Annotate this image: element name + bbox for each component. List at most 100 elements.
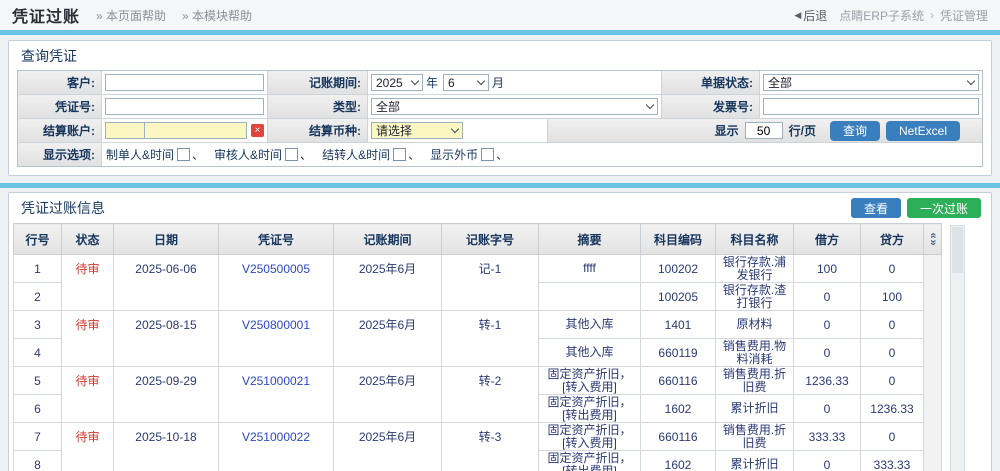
cell-credit: 1236.33 <box>861 395 924 423</box>
chevron-down-double-icon: » <box>929 236 936 249</box>
cell-status: 待审 <box>62 423 114 471</box>
year-unit-label: 年 <box>426 74 438 91</box>
rows-per-page-input[interactable] <box>745 122 783 139</box>
display-label: 显示 <box>715 122 739 139</box>
breadcrumb-separator: › <box>930 8 934 22</box>
breadcrumb-system[interactable]: 点睛ERP子系统 <box>839 7 924 24</box>
chevron-down-icon <box>451 125 459 133</box>
cell-account-name: 原材料 <box>716 311 794 339</box>
page-help-link[interactable]: » 本页面帮助 <box>96 7 166 24</box>
doc-status-cell: 全部 <box>760 71 982 94</box>
option-creator-label: 制单人&时间 <box>106 146 174 163</box>
display-options-cell: 制单人&时间、 审核人&时间、 结转人&时间、 显示外币、 <box>102 143 982 166</box>
query-panel: 查询凭证 客户: 记账期间: 2025 年 6 月 单据状态: 全部 凭证号: <box>8 40 992 176</box>
table-row: 7 待审 2025-10-18 V251000022 2025年6月 转-3 固… <box>14 423 942 451</box>
cell-status: 待审 <box>62 367 114 423</box>
cell-credit: 0 <box>861 255 924 283</box>
month-select[interactable]: 6 <box>443 74 489 91</box>
header-summary: 摘要 <box>539 224 641 255</box>
table-header-row: 行号 状态 日期 凭证号 记账期间 记账字号 摘要 科目编码 科目名称 借方 贷… <box>14 224 942 255</box>
chevron-down-icon <box>411 77 419 85</box>
settle-account-code-input[interactable] <box>105 122 145 139</box>
header-status: 状态 <box>62 224 114 255</box>
posting-panel-header: 凭证过账信息 查看 一次过账 <box>9 193 991 222</box>
creator-checkbox[interactable] <box>177 148 190 161</box>
year-select-value: 2025 <box>376 76 403 90</box>
option-auditor: 审核人&时间、 <box>214 146 312 163</box>
vertical-scrollbar[interactable] <box>950 225 965 471</box>
view-button[interactable]: 查看 <box>851 198 901 218</box>
table-row: 3 待审 2025-08-15 V250800001 2025年6月 转-1 其… <box>14 311 942 339</box>
voucher-link[interactable]: V250800001 <box>242 318 310 332</box>
voucher-no-input[interactable] <box>105 98 264 115</box>
posting-panel-title: 凭证过账信息 <box>21 198 105 218</box>
cell-account-code: 1401 <box>641 311 716 339</box>
form-row-1: 客户: 记账期间: 2025 年 6 月 单据状态: 全部 <box>18 71 982 95</box>
option-transfer: 结转人&时间、 <box>322 146 420 163</box>
page-title: 凭证过账 <box>12 3 80 27</box>
voucher-no-cell <box>102 95 268 118</box>
collapse-toggle[interactable]: «» <box>924 224 942 255</box>
voucher-link[interactable]: V250500005 <box>242 262 310 276</box>
query-button[interactable]: 查询 <box>830 121 880 141</box>
cell-summary: 其他入库 <box>539 311 641 339</box>
cell-account-name: 累计折旧 <box>716 451 794 471</box>
cell-account-code: 1602 <box>641 395 716 423</box>
cell-line-no: 8 <box>14 451 62 471</box>
cell-period: 2025年6月 <box>334 423 442 471</box>
cell-account-name: 银行存款.浦发银行 <box>716 255 794 283</box>
header-date: 日期 <box>114 224 219 255</box>
cell-account-code: 100205 <box>641 283 716 311</box>
clear-icon[interactable]: × <box>251 124 264 137</box>
back-button[interactable]: ◀后退 <box>794 7 827 24</box>
customer-input[interactable] <box>105 74 264 91</box>
cell-account-name: 银行存款.渣打银行 <box>716 283 794 311</box>
netexcel-button[interactable]: NetExcel <box>886 121 960 141</box>
invoice-no-input[interactable] <box>763 98 979 115</box>
customer-label: 客户: <box>18 71 102 94</box>
cell-debit: 333.33 <box>794 423 861 451</box>
transfer-checkbox[interactable] <box>393 148 406 161</box>
cell-status: 待审 <box>62 255 114 311</box>
cell-line-no: 1 <box>14 255 62 283</box>
cell-period: 2025年6月 <box>334 255 442 311</box>
cell-voucher-no: V250500005 <box>219 255 334 311</box>
type-select-value: 全部 <box>376 98 400 115</box>
option-creator: 制单人&时间、 <box>106 146 204 163</box>
cell-summary <box>539 283 641 311</box>
header-account-code: 科目编码 <box>641 224 716 255</box>
cell-account-name: 销售费用.折旧费 <box>716 367 794 395</box>
cell-credit: 0 <box>861 311 924 339</box>
cell-debit: 0 <box>794 451 861 471</box>
cell-date: 2025-08-15 <box>114 311 219 367</box>
voucher-link[interactable]: V251000021 <box>242 374 310 388</box>
year-select[interactable]: 2025 <box>371 74 423 91</box>
table-scrollbar[interactable] <box>924 255 942 471</box>
page-size-cell: 显示 行/页 查询 NetExcel <box>548 119 982 142</box>
type-select[interactable]: 全部 <box>371 98 658 115</box>
doc-status-select[interactable]: 全部 <box>763 74 979 91</box>
cell-debit: 1236.33 <box>794 367 861 395</box>
settle-account-name-input[interactable] <box>144 122 247 139</box>
post-all-button[interactable]: 一次过账 <box>907 198 981 218</box>
module-help-link[interactable]: » 本模块帮助 <box>182 7 252 24</box>
voucher-link[interactable]: V251000022 <box>242 430 310 444</box>
cell-debit: 0 <box>794 395 861 423</box>
back-label: 后退 <box>803 7 827 24</box>
posting-panel-buttons: 查看 一次过账 <box>851 198 981 218</box>
customer-cell <box>102 71 268 94</box>
scrollbar-thumb[interactable] <box>952 227 963 273</box>
back-icon: ◀ <box>794 10 801 21</box>
period-label: 记账期间: <box>268 71 368 94</box>
cell-debit: 0 <box>794 339 861 367</box>
invoice-no-cell <box>760 95 982 118</box>
auditor-checkbox[interactable] <box>285 148 298 161</box>
cell-credit: 0 <box>861 339 924 367</box>
settle-account-label: 结算账户: <box>18 119 102 142</box>
rows-unit-label: 行/页 <box>789 122 816 139</box>
settle-currency-select[interactable]: 请选择 <box>371 122 463 139</box>
query-form: 客户: 记账期间: 2025 年 6 月 单据状态: 全部 凭证号: 类型: <box>17 70 983 167</box>
cell-account-code: 1602 <box>641 451 716 471</box>
foreign-currency-checkbox[interactable] <box>481 148 494 161</box>
cell-line-no: 3 <box>14 311 62 339</box>
